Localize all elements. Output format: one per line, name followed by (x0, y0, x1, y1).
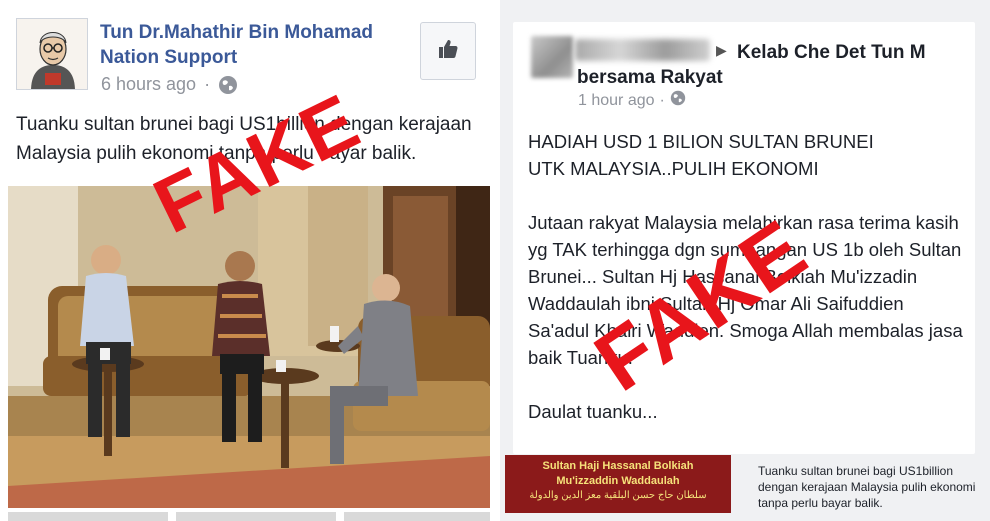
next-photo-strip (8, 512, 168, 521)
next-photo-strip (344, 512, 490, 521)
page-avatar[interactable] (16, 18, 88, 90)
post-meta-right: 1 hour ago · (578, 90, 686, 111)
like-page-button[interactable] (420, 22, 476, 80)
globe-icon (670, 90, 686, 111)
banner-line1: Sultan Haji Hassanal Bolkiah (542, 460, 694, 472)
post-text: Tuanku sultan brunei bagi US1billion den… (16, 114, 472, 164)
globe-icon (218, 75, 238, 95)
post-photo[interactable] (8, 186, 490, 508)
post-meta: 6 hours ago · (101, 74, 238, 95)
meta-separator: · (659, 91, 665, 109)
post-timestamp[interactable]: 6 hours ago (101, 74, 196, 95)
post-closing: Daulat tuanku... (528, 401, 658, 422)
blurred-avatar[interactable] (531, 36, 573, 78)
group-name-link[interactable]: Kelab Che Det Tun M bersama Rakyat (577, 40, 967, 90)
post-text-right: HADIAH USD 1 BILION SULTAN BRUNEI UTK MA… (528, 128, 968, 452)
group-name-line2[interactable]: bersama Rakyat (577, 67, 723, 88)
post-body: Jutaan rakyat Malaysia melahirkan rasa t… (528, 212, 963, 368)
page-name-link[interactable]: Tun Dr.Mahathir Bin Mohamad Nation Suppo… (100, 20, 400, 70)
next-photo-strip (176, 512, 336, 521)
left-post: Tun Dr.Mahathir Bin Mohamad Nation Suppo… (0, 0, 490, 521)
banner-line2: Mu'izzaddin Waddaulah (556, 475, 680, 487)
post-headline: HADIAH USD 1 BILION SULTAN BRUNEI UTK MA… (528, 131, 874, 179)
group-name-line1[interactable]: Kelab Che Det Tun M (577, 40, 967, 65)
sultan-banner-image[interactable]: Sultan Haji Hassanal Bolkiah Mu'izzaddin… (505, 455, 731, 513)
post-timestamp-right[interactable]: 1 hour ago (578, 92, 655, 110)
meta-separator: · (204, 74, 211, 94)
quoted-caption: Tuanku sultan brunei bagi US1billion den… (758, 464, 976, 510)
banner-line3-arabic: سلطان حاج حسن البلقية معز الدين والدولة (529, 490, 707, 501)
thumbs-up-icon (436, 37, 460, 66)
